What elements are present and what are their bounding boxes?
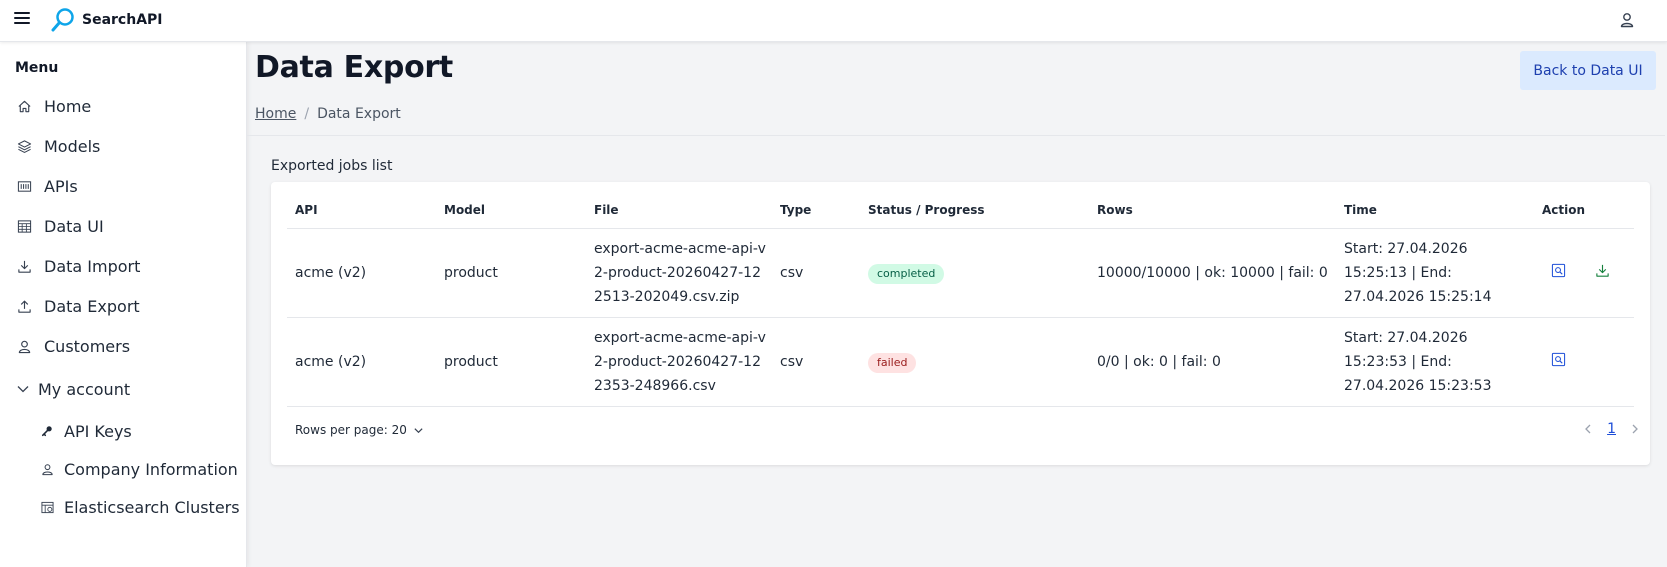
cell-time: Start: 27.04.2026 15:25:13 | End: 27.04.… — [1336, 228, 1534, 318]
column-header-time[interactable]: Time — [1336, 192, 1534, 229]
sidebar-item-label: Data Import — [44, 256, 141, 276]
view-icon[interactable] — [1546, 348, 1570, 372]
sidebar-item-home[interactable]: Home — [0, 86, 246, 126]
rows-per-page-label: Rows per page: 20 — [295, 423, 407, 437]
column-header-type[interactable]: Type — [772, 192, 860, 229]
section-title: Exported jobs list — [271, 158, 393, 174]
layers-icon — [16, 138, 32, 154]
column-header-status[interactable]: Status / Progress — [860, 192, 1089, 229]
cell-type: csv — [772, 228, 860, 318]
cell-rows: 0/0 | ok: 0 | fail: 0 — [1089, 317, 1336, 407]
back-to-data-ui-button[interactable]: Back to Data UI — [1520, 51, 1656, 90]
view-icon[interactable] — [1546, 259, 1570, 283]
sidebar-item-company-information[interactable]: Company Information — [0, 450, 246, 488]
upload-icon — [16, 298, 32, 314]
column-header-file[interactable]: File — [586, 192, 772, 229]
column-header-model[interactable]: Model — [436, 192, 586, 229]
jobs-card: API Model File Type Status / Progress Ro… — [271, 182, 1650, 465]
sidebar-nav: Home Models APIs Data UI Data Import Dat… — [0, 86, 246, 526]
user-icon[interactable] — [1617, 10, 1637, 30]
app-logo[interactable]: SearchAPI — [50, 6, 163, 34]
table-footer: Rows per page: 20 1 — [295, 416, 1642, 446]
sidebar-item-api-keys[interactable]: API Keys — [0, 412, 246, 450]
jobs-table: API Model File Type Status / Progress Ro… — [287, 192, 1634, 407]
main-content: Data Export Back to Data UI Home / Data … — [247, 42, 1667, 567]
column-header-action: Action — [1534, 192, 1634, 229]
cell-api: acme (v2) — [287, 228, 436, 318]
sidebar-item-label: Data UI — [44, 216, 104, 236]
breadcrumb-separator: / — [304, 106, 310, 122]
sidebar-item-label: Customers — [44, 336, 131, 356]
status-badge: completed — [868, 263, 945, 284]
column-header-api[interactable]: API — [287, 192, 436, 229]
search-logo-icon — [51, 8, 74, 32]
rows-per-page-select[interactable]: Rows per page: 20 — [295, 423, 424, 437]
cell-time: Start: 27.04.2026 15:23:53 | End: 27.04.… — [1336, 317, 1534, 407]
download-icon[interactable] — [1590, 259, 1614, 283]
sidebar-item-label: Data Export — [44, 296, 140, 316]
key-icon — [40, 424, 54, 438]
sidebar-item-label: APIs — [44, 176, 78, 196]
sidebar: Menu Home Models APIs Data UI Data Impor… — [0, 42, 247, 567]
cell-rows: 10000/10000 | ok: 10000 | fail: 0 — [1089, 228, 1336, 318]
sidebar-item-models[interactable]: Models — [0, 126, 246, 166]
sidebar-item-elasticsearch-clusters[interactable]: Elasticsearch Clusters — [0, 488, 246, 526]
breadcrumb: Home / Data Export — [255, 106, 401, 122]
cell-status: failed — [860, 317, 1089, 407]
cell-type: csv — [772, 317, 860, 407]
chevron-right-icon[interactable] — [1628, 422, 1642, 436]
cell-action — [1534, 317, 1634, 407]
cell-action — [1534, 228, 1634, 318]
column-header-rows[interactable]: Rows — [1089, 192, 1336, 229]
user-icon — [40, 462, 54, 476]
sidebar-item-label: Models — [44, 136, 101, 156]
breadcrumb-home-link[interactable]: Home — [255, 106, 296, 122]
chevron-down-icon — [413, 425, 424, 436]
sidebar-item-data-ui[interactable]: Data UI — [0, 206, 246, 246]
header-divider — [247, 135, 1665, 136]
table-row: acme (v2) product export-acme-acme-api-v… — [287, 317, 1634, 407]
cell-file: export-acme-acme-api-v2-product-20260427… — [586, 317, 772, 407]
download-icon — [16, 258, 32, 274]
sidebar-item-customers[interactable]: Customers — [0, 326, 246, 366]
home-icon — [16, 98, 32, 114]
sidebar-item-apis[interactable]: APIs — [0, 166, 246, 206]
cell-model: product — [436, 317, 586, 407]
top-bar: SearchAPI — [0, 0, 1667, 42]
sidebar-item-data-export[interactable]: Data Export — [0, 286, 246, 326]
user-icon — [16, 338, 32, 354]
sidebar-item-label: Company Information — [64, 459, 238, 479]
table-header-row: API Model File Type Status / Progress Ro… — [287, 192, 1634, 229]
sidebar-item-data-import[interactable]: Data Import — [0, 246, 246, 286]
sidebar-item-label: API Keys — [64, 421, 132, 441]
pagination: 1 — [1581, 421, 1642, 437]
sidebar-item-label: Home — [44, 96, 92, 116]
calendar-grid-icon — [16, 218, 32, 234]
cell-file: export-acme-acme-api-v2-product-20260427… — [586, 228, 772, 318]
cell-model: product — [436, 228, 586, 318]
sidebar-group-my-account[interactable]: My account — [0, 366, 246, 412]
sidebar-group-label: My account — [38, 379, 131, 399]
menu-title: Menu — [15, 60, 59, 76]
breadcrumb-current: Data Export — [317, 106, 401, 122]
page-number[interactable]: 1 — [1607, 421, 1616, 437]
cell-api: acme (v2) — [287, 317, 436, 407]
table-row: acme (v2) product export-acme-acme-api-v… — [287, 228, 1634, 318]
page-title: Data Export — [255, 50, 453, 85]
hamburger-icon[interactable] — [14, 12, 30, 26]
chevron-left-icon[interactable] — [1581, 422, 1595, 436]
api-icon — [16, 178, 32, 194]
status-badge: failed — [868, 352, 917, 373]
chevron-down-icon — [16, 382, 30, 396]
cluster-icon — [40, 500, 54, 514]
cell-status: completed — [860, 228, 1089, 318]
sidebar-item-label: Elasticsearch Clusters — [64, 497, 240, 517]
app-name: SearchAPI — [82, 12, 163, 28]
